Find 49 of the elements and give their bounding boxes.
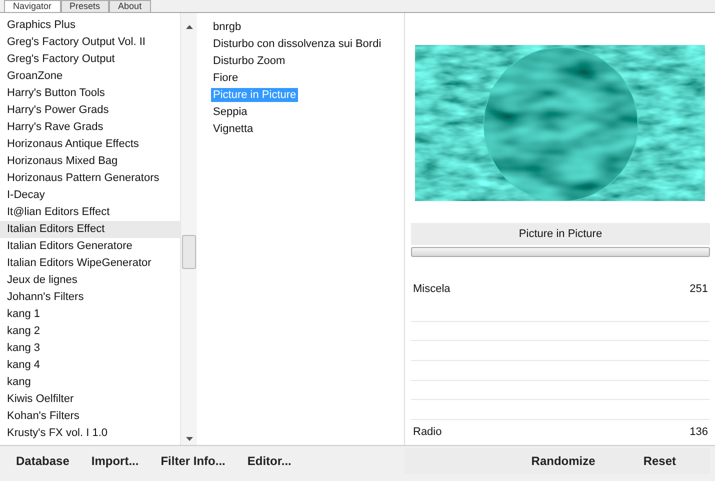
scrollbar[interactable] xyxy=(180,13,197,445)
filter-item[interactable]: bnrgb xyxy=(211,20,244,34)
category-item[interactable]: Krusty's FX vol. I 1.0 xyxy=(0,425,180,442)
category-item[interactable]: Horizonaus Pattern Generators xyxy=(0,170,180,187)
category-item[interactable]: Greg's Factory Output Vol. II xyxy=(0,34,180,51)
filter-title: Picture in Picture xyxy=(411,222,710,245)
action-button[interactable]: Import... xyxy=(85,452,145,470)
category-item[interactable]: Italian Editors Effect xyxy=(0,221,180,238)
category-item[interactable]: Horizonaus Antique Effects xyxy=(0,136,180,153)
action-button[interactable]: Filter Info... xyxy=(154,452,232,470)
filter-item[interactable]: Disturbo Zoom xyxy=(211,54,288,68)
filter-item[interactable]: Disturbo con dissolvenza sui Bordi xyxy=(211,37,384,51)
tab[interactable]: Navigator xyxy=(4,0,61,12)
category-item[interactable]: kang 2 xyxy=(0,323,180,340)
category-item[interactable]: Harry's Button Tools xyxy=(0,85,180,102)
category-item[interactable]: Italian Editors WipeGenerator xyxy=(0,255,180,272)
filter-item[interactable]: Fiore xyxy=(211,71,240,85)
category-item[interactable]: kang 3 xyxy=(0,340,180,357)
category-item[interactable]: Jeux de lignes xyxy=(0,272,180,289)
category-item[interactable]: Italian Editors Generatore xyxy=(0,238,180,255)
category-item[interactable]: It@lian Editors Effect xyxy=(0,204,180,221)
scroll-up-icon[interactable] xyxy=(186,25,192,29)
action-button[interactable]: Editor... xyxy=(241,452,298,470)
category-item[interactable]: Johann's Filters xyxy=(0,289,180,306)
category-item[interactable]: kang xyxy=(0,374,180,391)
tab[interactable]: Presets xyxy=(60,0,110,12)
control-label: Miscela xyxy=(413,283,450,296)
category-item[interactable]: Harry's Rave Grads xyxy=(0,119,180,136)
control-value: 251 xyxy=(690,283,708,296)
category-item[interactable]: Graphics Plus xyxy=(0,17,180,34)
scroll-down-icon[interactable] xyxy=(186,437,192,441)
filter-item[interactable]: Seppia xyxy=(211,105,250,119)
category-item[interactable]: Horizonaus Mixed Bag xyxy=(0,153,180,170)
tab[interactable]: About xyxy=(109,0,151,12)
action-button[interactable]: Database xyxy=(10,452,76,470)
control-value: 136 xyxy=(690,426,708,438)
category-item[interactable]: I-Decay xyxy=(0,187,180,204)
category-item[interactable]: Kiwis Oelfilter xyxy=(0,391,180,408)
filter-item[interactable]: Vignetta xyxy=(211,122,256,136)
category-item[interactable]: kang 1 xyxy=(0,306,180,323)
category-item[interactable]: Greg's Factory Output xyxy=(0,51,180,68)
category-item[interactable]: Harry's Power Grads xyxy=(0,102,180,119)
scroll-thumb[interactable] xyxy=(182,235,196,269)
category-item[interactable]: Kohan's Filters xyxy=(0,408,180,425)
action-button[interactable]: Reset xyxy=(637,452,682,470)
control-label: Radio xyxy=(413,426,442,438)
action-button[interactable]: Randomize xyxy=(525,452,602,470)
category-item[interactable]: GroanZone xyxy=(0,68,180,85)
category-item[interactable]: kang 4 xyxy=(0,357,180,374)
